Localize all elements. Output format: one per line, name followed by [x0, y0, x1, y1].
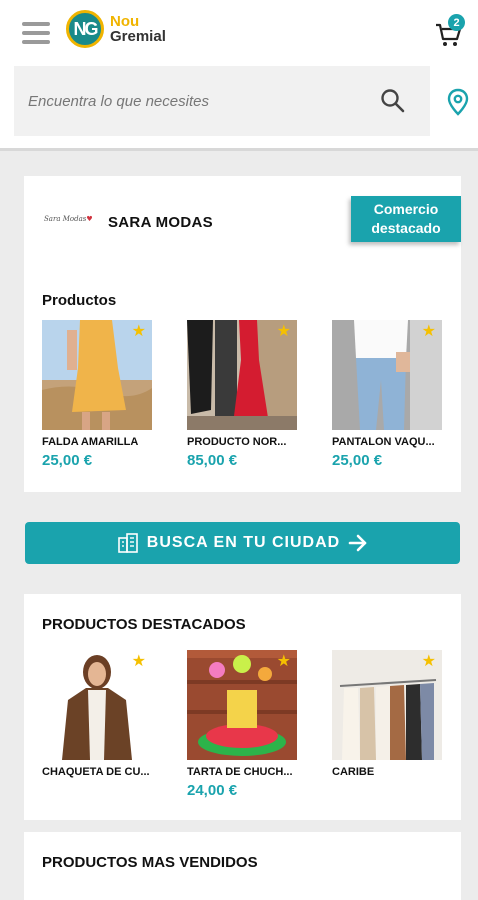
product-card[interactable]: ★ PANTALON VAQU... 25,00 €	[332, 320, 442, 469]
product-image[interactable]: ★	[332, 320, 442, 430]
heart-icon: ♥	[86, 215, 93, 223]
location-pin-icon[interactable]	[446, 88, 470, 116]
product-image[interactable]: ★	[42, 320, 152, 430]
store-name[interactable]: SARA MODAS	[108, 214, 213, 231]
search-input[interactable]	[14, 92, 380, 110]
product-card[interactable]: ★ CARIBE	[332, 650, 442, 778]
search-city-button[interactable]: BUSCA EN TU CIUDAD	[25, 522, 460, 564]
bestsellers-card: PRODUCTOS MAS VENDIDOS	[24, 832, 461, 900]
product-name: CARIBE	[332, 766, 375, 778]
favorite-star-icon[interactable]: ★	[277, 654, 291, 670]
featured-products-card: PRODUCTOS DESTACADOS ★ CHAQUETA DE CU...	[24, 594, 461, 820]
product-card[interactable]: ★ FALDA AMARILLA 25,00 €	[42, 320, 152, 469]
favorite-star-icon[interactable]: ★	[132, 324, 146, 340]
city-buildings-icon	[117, 533, 138, 553]
search-icon[interactable]	[380, 88, 410, 114]
featured-store-badge: Comercio destacado	[351, 196, 461, 242]
menu-icon[interactable]	[22, 22, 50, 44]
products-section-title: Productos	[42, 292, 117, 309]
product-card[interactable]: ★ CHAQUETA DE CU...	[42, 650, 152, 778]
cart-button[interactable]: 2	[434, 14, 466, 48]
search-city-label: BUSCA EN TU CIUDAD	[146, 534, 341, 551]
product-image[interactable]: ★	[42, 650, 152, 760]
product-price: 85,00 €	[187, 452, 238, 469]
logo-line1: Nou	[110, 13, 140, 30]
product-image[interactable]: ★	[332, 650, 442, 760]
product-price: 25,00 €	[332, 452, 383, 469]
cart-count-badge: 2	[448, 14, 465, 31]
product-name: PRODUCTO NOR...	[187, 436, 287, 448]
product-name: PANTALON VAQU...	[332, 436, 435, 448]
product-image[interactable]: ★	[187, 320, 297, 430]
arrow-right-icon	[348, 534, 367, 552]
product-image[interactable]: ★	[187, 650, 297, 760]
product-name: CHAQUETA DE CU...	[42, 766, 150, 778]
store-logo: Sara Modas♥	[44, 215, 93, 223]
favorite-star-icon[interactable]: ★	[422, 654, 436, 670]
featured-store-card[interactable]: Sara Modas♥ SARA MODAS Comercio destacad…	[24, 176, 461, 492]
product-price: 25,00 €	[42, 452, 93, 469]
product-card[interactable]: ★ TARTA DE CHUCH... 24,00 €	[187, 650, 297, 799]
search-bar	[14, 66, 430, 136]
favorite-star-icon[interactable]: ★	[277, 324, 291, 340]
product-name: TARTA DE CHUCH...	[187, 766, 293, 778]
favorite-star-icon[interactable]: ★	[132, 654, 146, 670]
product-price: 24,00 €	[187, 782, 238, 799]
bestsellers-title: PRODUCTOS MAS VENDIDOS	[42, 854, 258, 871]
logo-line2: Gremial	[110, 28, 166, 45]
logo-mark: NG	[66, 10, 104, 48]
product-name: FALDA AMARILLA	[42, 436, 139, 448]
favorite-star-icon[interactable]: ★	[422, 324, 436, 340]
header-divider	[0, 148, 478, 151]
app-logo[interactable]: NG Nou Gremial	[66, 10, 166, 48]
featured-products-title: PRODUCTOS DESTACADOS	[42, 616, 246, 633]
product-card[interactable]: ★ PRODUCTO NOR... 85,00 €	[187, 320, 297, 469]
app-header: NG Nou Gremial 2	[0, 0, 478, 151]
